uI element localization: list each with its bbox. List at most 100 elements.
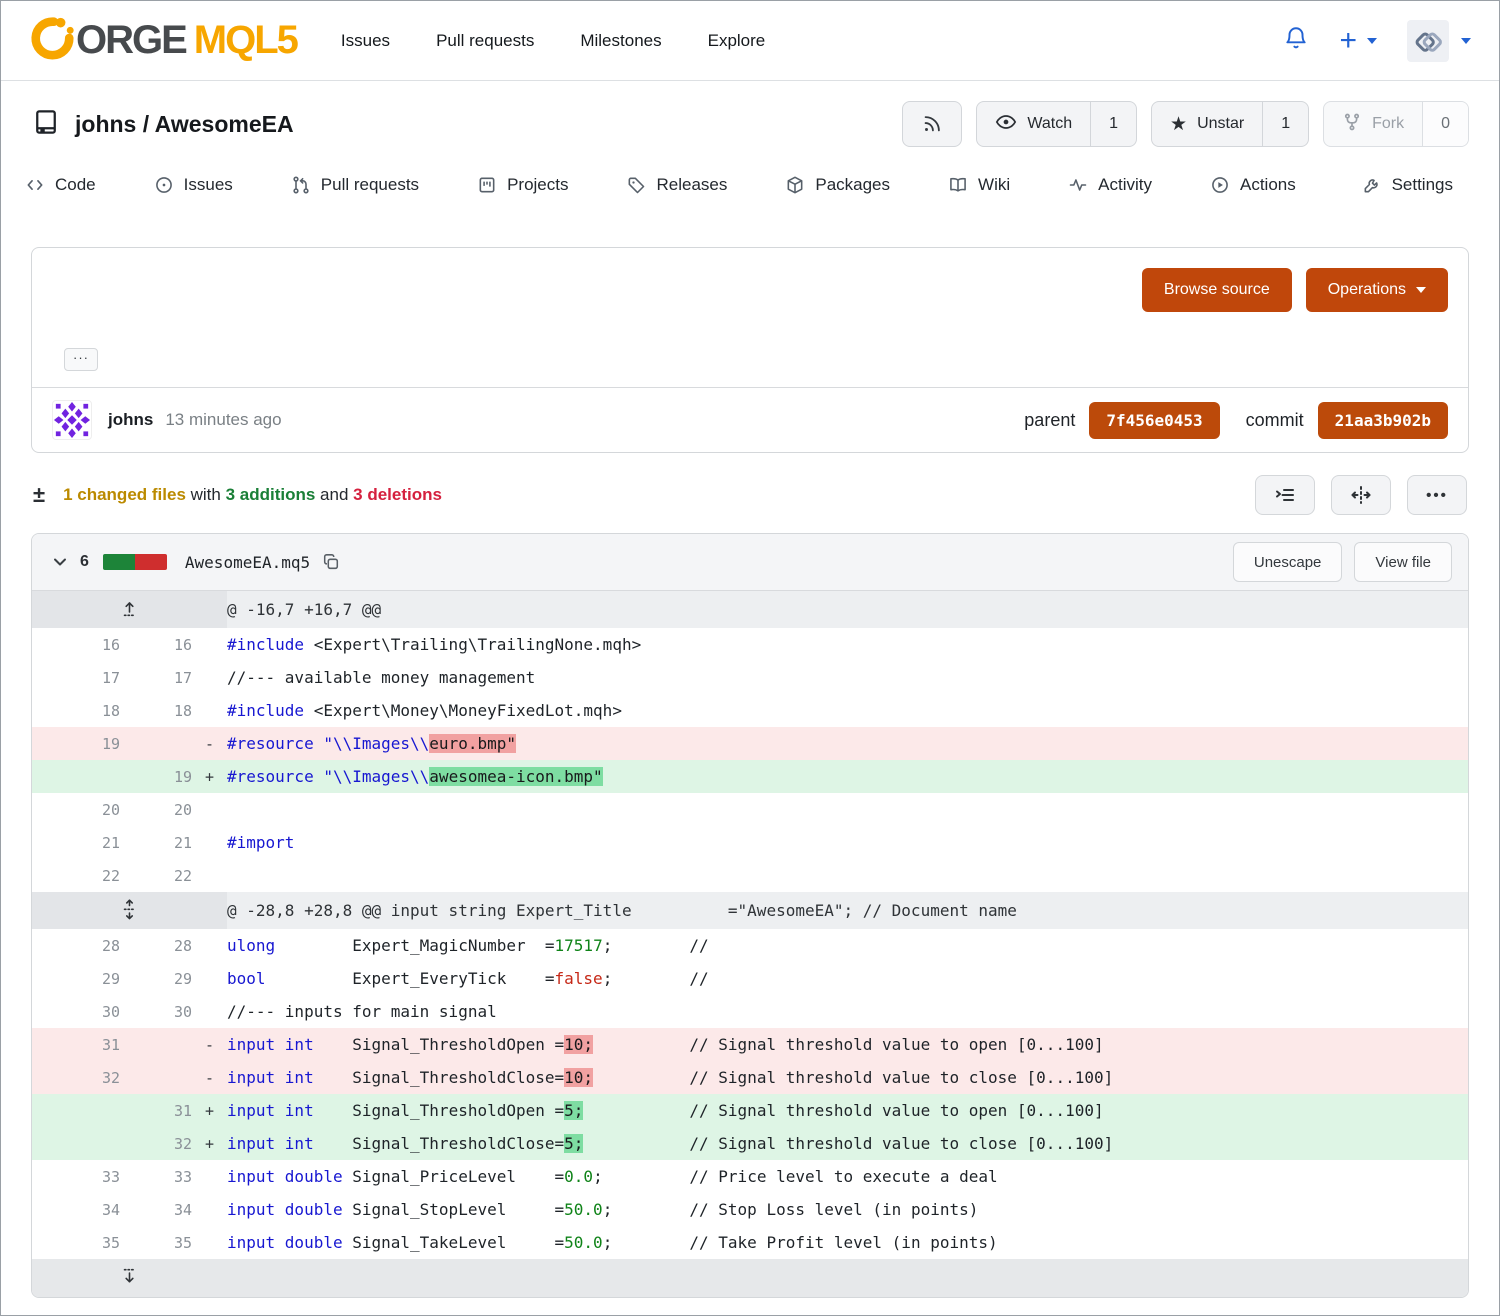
operations-button[interactable]: Operations	[1306, 268, 1448, 312]
code-line: input double Signal_TakeLevel =50.0; // …	[227, 1226, 1468, 1259]
new-line-number[interactable]: 31	[120, 1094, 192, 1127]
tab-releases[interactable]: Releases	[618, 171, 735, 199]
unescape-button[interactable]: Unescape	[1233, 542, 1343, 582]
commit-author[interactable]: johns	[108, 410, 153, 430]
user-menu[interactable]	[1407, 20, 1471, 62]
additions-bar	[103, 554, 135, 570]
tab-packages[interactable]: Packages	[777, 171, 898, 199]
diff-sign: +	[192, 1094, 227, 1127]
file-name-link[interactable]: AwesomeEA.mq5	[185, 553, 310, 572]
star-count[interactable]: 1	[1262, 102, 1308, 146]
new-line-number[interactable]	[120, 1061, 192, 1094]
navbar: ORGE MQL5 Issues Pull requests Milestone…	[1, 1, 1499, 81]
fork-count[interactable]: 0	[1422, 102, 1468, 146]
watch-button[interactable]: Watch	[977, 102, 1090, 146]
user-avatar	[1407, 20, 1449, 62]
tab-wiki[interactable]: Wiki	[940, 171, 1018, 199]
author-avatar[interactable]	[52, 400, 92, 440]
collapse-file-button[interactable]	[48, 550, 72, 574]
new-line-number[interactable]	[120, 727, 192, 760]
brand-logo[interactable]: ORGE MQL5	[29, 15, 297, 66]
old-line-number[interactable]: 21	[32, 826, 120, 859]
old-line-number[interactable]: 17	[32, 661, 120, 694]
navbar-right: +	[1283, 20, 1471, 62]
new-line-number[interactable]: 30	[120, 995, 192, 1028]
copy-path-button[interactable]	[320, 551, 342, 573]
new-line-number[interactable]: 35	[120, 1226, 192, 1259]
old-line-number[interactable]: 33	[32, 1160, 120, 1193]
new-line-number[interactable]: 20	[120, 793, 192, 826]
diff-row: 3535 input double Signal_TakeLevel =50.0;…	[32, 1226, 1468, 1259]
diff-sign: -	[192, 1028, 227, 1061]
nav-link-issues[interactable]: Issues	[341, 31, 390, 51]
expand-up-icon[interactable]	[117, 598, 142, 622]
browse-source-button[interactable]: Browse source	[1142, 268, 1292, 312]
old-line-number[interactable]: 31	[32, 1028, 120, 1061]
commit-label: commit	[1246, 410, 1304, 431]
tab-settings[interactable]: Settings	[1354, 171, 1461, 199]
old-line-number[interactable]: 19	[32, 727, 120, 760]
new-line-number[interactable]: 34	[120, 1193, 192, 1226]
commit-message-toggle[interactable]: ···	[64, 348, 98, 371]
fork-button[interactable]: Fork	[1324, 102, 1422, 146]
view-file-button[interactable]: View file	[1354, 542, 1452, 582]
diff-more-button[interactable]: •••	[1407, 475, 1467, 515]
repo-name-link[interactable]: AwesomeEA	[155, 111, 294, 137]
new-line-number[interactable]: 18	[120, 694, 192, 727]
new-line-number[interactable]: 19	[120, 760, 192, 793]
unstar-button[interactable]: ★ Unstar	[1152, 102, 1262, 146]
parent-hash-button[interactable]: 7f456e0453	[1089, 402, 1219, 439]
diff-hunk-row: @ -16,7 +16,7 @@	[32, 591, 1468, 628]
old-line-number[interactable]: 16	[32, 628, 120, 661]
old-line-number[interactable]	[32, 1094, 120, 1127]
new-line-number[interactable]: 17	[120, 661, 192, 694]
old-line-number[interactable]: 30	[32, 995, 120, 1028]
old-line-number[interactable]	[32, 760, 120, 793]
new-line-number[interactable]: 28	[120, 929, 192, 962]
old-line-number[interactable]: 18	[32, 694, 120, 727]
new-line-number[interactable]: 33	[120, 1160, 192, 1193]
tab-projects[interactable]: Projects	[469, 171, 576, 199]
split-view-button[interactable]	[1331, 475, 1391, 515]
notifications-bell-icon[interactable]	[1283, 25, 1309, 56]
commit-hash-button[interactable]: 21aa3b902b	[1318, 402, 1448, 439]
code-icon	[25, 175, 45, 195]
old-line-number[interactable]: 22	[32, 859, 120, 892]
old-line-number[interactable]: 20	[32, 793, 120, 826]
new-line-number[interactable]: 29	[120, 962, 192, 995]
new-line-number[interactable]: 32	[120, 1127, 192, 1160]
old-line-number[interactable]: 29	[32, 962, 120, 995]
nav-link-milestones[interactable]: Milestones	[580, 31, 661, 51]
play-circle-icon	[1210, 175, 1230, 195]
rss-button[interactable]	[902, 101, 962, 147]
expand-down-icon[interactable]	[117, 1266, 142, 1290]
project-board-icon	[477, 175, 497, 195]
old-line-number[interactable]: 28	[32, 929, 120, 962]
old-line-number[interactable]: 34	[32, 1193, 120, 1226]
tab-activity[interactable]: Activity	[1060, 171, 1160, 199]
code-line: bool Expert_EveryTick =false; //	[227, 962, 1468, 995]
nav-link-pull-requests[interactable]: Pull requests	[436, 31, 534, 51]
create-new-button[interactable]: +	[1339, 28, 1377, 54]
new-line-number[interactable]	[120, 1028, 192, 1061]
tab-issues[interactable]: Issues	[146, 171, 241, 199]
old-line-number[interactable]: 35	[32, 1226, 120, 1259]
old-line-number[interactable]	[32, 1127, 120, 1160]
watch-count[interactable]: 1	[1090, 102, 1136, 146]
whitespace-options-button[interactable]	[1255, 475, 1315, 515]
repo-owner-link[interactable]: johns	[75, 111, 136, 137]
diff-row: 1818#include <Expert\Money\MoneyFixedLot…	[32, 694, 1468, 727]
tab-code[interactable]: Code	[17, 171, 104, 199]
new-line-number[interactable]: 16	[120, 628, 192, 661]
tab-actions[interactable]: Actions	[1202, 171, 1304, 199]
diff-file-header: 6 AwesomeEA.mq5 Unescape View file	[32, 534, 1468, 591]
tab-pull-requests[interactable]: Pull requests	[283, 171, 427, 199]
deletions-bar	[135, 554, 167, 570]
unstar-label: Unstar	[1197, 115, 1244, 133]
diff-sign: +	[192, 760, 227, 793]
expand-both-icon[interactable]	[117, 897, 142, 925]
nav-link-explore[interactable]: Explore	[708, 31, 766, 51]
new-line-number[interactable]: 22	[120, 859, 192, 892]
old-line-number[interactable]: 32	[32, 1061, 120, 1094]
new-line-number[interactable]: 21	[120, 826, 192, 859]
